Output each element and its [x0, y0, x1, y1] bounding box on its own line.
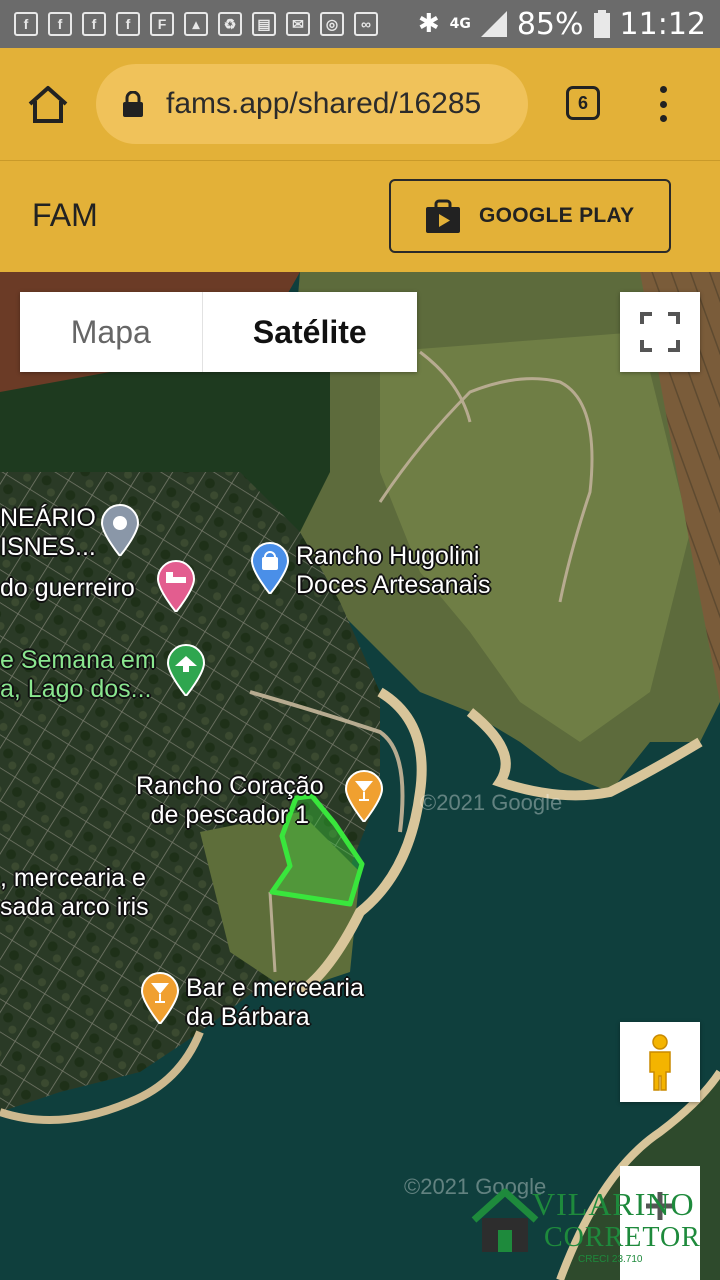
shopping-bag-play-icon [426, 199, 460, 233]
pegman-icon [649, 1034, 671, 1091]
mail-icon: ✉ [286, 12, 310, 36]
satellite-map[interactable]: ©2021 Google ©2021 Google Mapa Satélite … [0, 272, 720, 1280]
facebook-icon: f [14, 12, 38, 36]
notification-icons: f f f f F ▴ ♻ ▤ ✉ ◎ ∞ [0, 12, 378, 36]
battery-icon [593, 10, 610, 38]
house-logo-icon [471, 1188, 539, 1252]
place-label-rancho-coracao[interactable]: Rancho Coração de pescador 1 [136, 772, 324, 830]
lock-icon [123, 91, 143, 117]
sync-icon: ◎ [320, 12, 344, 36]
url-text: fams.app/shared/16285 [166, 87, 482, 120]
location-pin-icon[interactable] [100, 504, 140, 556]
place-label-rancho-hugolini[interactable]: Rancho Hugolini Doces Artesanais [296, 542, 491, 600]
hotel-pin-icon[interactable] [156, 560, 196, 612]
overflow-menu-icon[interactable] [656, 86, 670, 122]
place-label-balneario[interactable]: NEÁRIO ISNES... [0, 504, 96, 562]
bar-pin-icon[interactable] [344, 770, 384, 822]
browser-toolbar: fams.app/shared/16285 6 [0, 48, 720, 160]
map-type-map-button[interactable]: Mapa [20, 292, 203, 372]
system-status: ✱ 4G 85% 11:12 [418, 0, 706, 48]
bluetooth-icon: ✱ [417, 9, 440, 39]
facebook-icon: f [82, 12, 106, 36]
watermark-name: VILARINO [532, 1186, 695, 1222]
place-label-guerreiro[interactable]: do guerreiro [0, 574, 135, 603]
park-pin-icon[interactable] [166, 644, 206, 696]
imagery-credit: ©2021 Google [420, 790, 563, 815]
clock: 11:12 [619, 6, 706, 42]
bar-pin-icon-barbara[interactable] [140, 972, 180, 1024]
realtor-watermark: VILARINO CORRETOR CRECI 23.710 [470, 1182, 710, 1272]
facebook-icon: f [116, 12, 140, 36]
watermark-creci: CRECI 23.710 [578, 1254, 643, 1265]
signal-icon [480, 11, 507, 37]
app-title: FAM [32, 197, 98, 233]
place-label-fim-de-semana[interactable]: e Semana em a, Lago dos... [0, 646, 156, 704]
flipboard-icon: F [150, 12, 174, 36]
place-label-arco-iris[interactable]: , mercearia e sada arco iris [0, 864, 149, 922]
battery-percent: 85% [516, 6, 584, 42]
recycle-icon: ♻ [218, 12, 242, 36]
app-header: FAM GOOGLE PLAY [0, 160, 720, 272]
status-bar: f f f f F ▴ ♻ ▤ ✉ ◎ ∞ ✱ 4G 85% 11:12 [0, 0, 720, 48]
address-bar[interactable]: fams.app/shared/16285 [96, 64, 528, 144]
shopping-pin-icon[interactable] [250, 542, 290, 594]
fullscreen-button[interactable] [620, 292, 700, 372]
google-play-button[interactable]: GOOGLE PLAY [389, 179, 671, 253]
gallery-icon: ▴ [184, 12, 208, 36]
tab-switcher-button[interactable]: 6 [566, 86, 600, 120]
facebook-icon: f [48, 12, 72, 36]
google-play-label: GOOGLE PLAY [479, 204, 635, 227]
network-type: 4G [449, 16, 471, 32]
calendar-icon: ▤ [252, 12, 276, 36]
watermark-role: CORRETOR [544, 1222, 701, 1253]
street-view-button[interactable] [620, 1022, 700, 1102]
place-label-barbara[interactable]: Bar e mercearia da Bárbara [186, 974, 364, 1032]
home-icon[interactable] [26, 82, 70, 126]
voicemail-icon: ∞ [354, 12, 378, 36]
map-type-satellite-button[interactable]: Satélite [203, 292, 417, 372]
fullscreen-icon [640, 312, 680, 352]
map-type-toggle: Mapa Satélite [20, 292, 417, 372]
